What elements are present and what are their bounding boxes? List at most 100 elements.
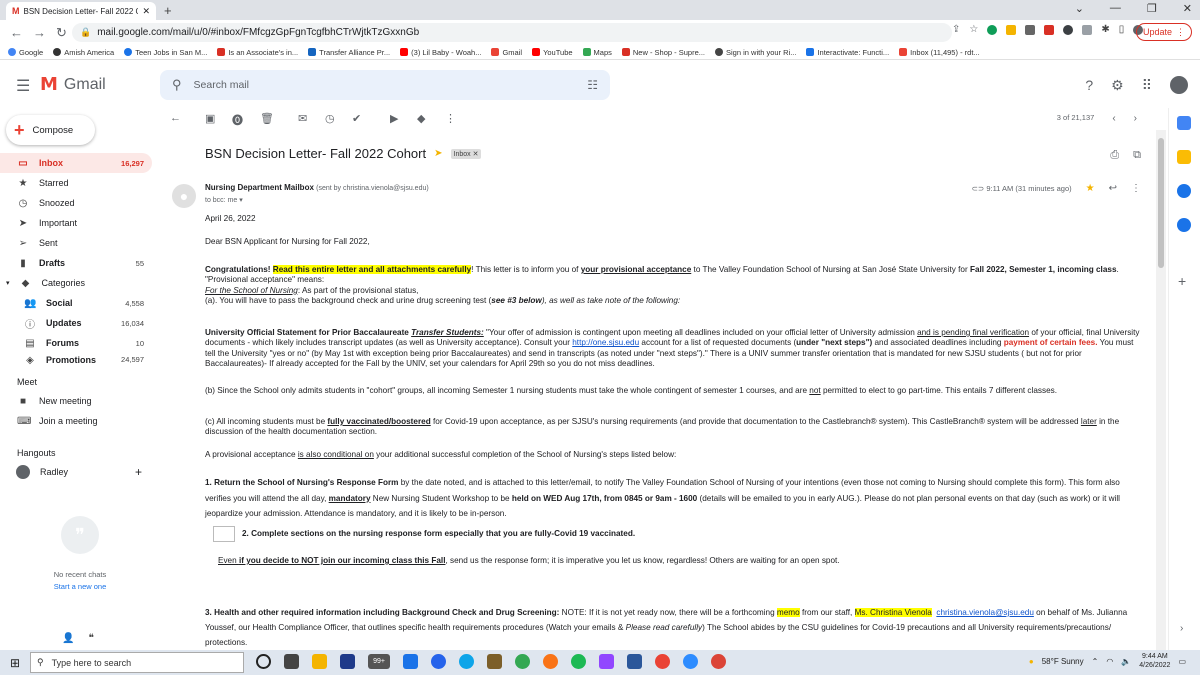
message-scrollbar[interactable] (1156, 130, 1166, 650)
back-to-inbox-icon[interactable]: ← (170, 112, 181, 124)
update-button[interactable]: Update ⋮ (1135, 23, 1192, 41)
bookmark-item[interactable]: Is an Associate's in... (217, 48, 298, 57)
extension-screen-icon[interactable] (1025, 24, 1036, 35)
extensions-puzzle-icon[interactable]: ✱ (1101, 24, 1109, 35)
chrome-profile-icon[interactable] (655, 654, 670, 669)
sidebar-item-categories[interactable]: ▾ ◆ Categories (0, 273, 152, 293)
search-input[interactable]: Search mail (194, 79, 576, 91)
sidebar-item-starred[interactable]: ★ Starred (0, 173, 152, 193)
contacts-panel-icon[interactable] (1177, 218, 1191, 232)
christina-email-link[interactable]: christina.vienola@sjsu.edu (936, 608, 1034, 617)
volume-icon[interactable]: 🔈 (1121, 657, 1131, 666)
edge-icon[interactable] (459, 654, 474, 669)
bookmark-item[interactable]: Gmail (491, 48, 522, 57)
bookmark-item[interactable]: (3) Lil Baby - Woah... (400, 48, 481, 57)
extension-tp-icon[interactable] (1044, 24, 1055, 35)
move-to-icon[interactable]: ▶ (390, 112, 398, 125)
twitch-icon[interactable] (599, 654, 614, 669)
keep-icon[interactable] (1177, 150, 1191, 164)
side-panel-icon[interactable]: ▯ (1119, 24, 1125, 35)
store-icon[interactable] (340, 654, 355, 669)
share-icon[interactable]: ⇪ (952, 24, 960, 35)
importance-marker-icon[interactable]: ➤ (434, 148, 442, 159)
start-new-chat-link[interactable]: Start a new one (0, 582, 160, 591)
calendar-icon[interactable] (1177, 116, 1191, 130)
search-options-icon[interactable]: ☷ (587, 78, 598, 92)
print-icon[interactable]: ⎙ (1110, 149, 1119, 162)
join-meeting-button[interactable]: ⌨ Join a meeting (0, 411, 152, 431)
snooze-icon[interactable]: ◷ (325, 112, 335, 125)
gmail-logo[interactable]: M Gmail (40, 74, 106, 95)
star-icon[interactable]: ★ (1086, 183, 1095, 194)
windows-start-icon[interactable]: ⊞ (10, 656, 20, 670)
close-window-icon[interactable]: ✕ (1183, 2, 1192, 15)
back-icon[interactable]: ← (10, 25, 23, 40)
bookmark-star-icon[interactable]: ☆ (969, 24, 978, 35)
one-sjsu-link[interactable]: http://one.sjsu.edu (572, 338, 639, 347)
labels-icon[interactable]: ◆ (417, 112, 425, 125)
directx-icon[interactable] (431, 654, 446, 669)
open-new-window-icon[interactable]: ⧉ (1133, 149, 1141, 162)
reply-icon[interactable]: ↩ (1109, 183, 1117, 194)
sender-name[interactable]: Nursing Department Mailbox (205, 183, 314, 192)
forward-icon[interactable]: → (33, 25, 46, 40)
sidebar-item-promotions[interactable]: ◈ Promotions 24,597 (0, 353, 152, 365)
chrome-icon[interactable] (515, 654, 530, 669)
apps-grid-icon[interactable]: ⠿ (1142, 77, 1152, 94)
sidebar-item-important[interactable]: ➤ Important (0, 213, 152, 233)
bookmark-item[interactable]: New - Shop - Supre... (621, 48, 705, 57)
compose-button[interactable]: + Compose (6, 115, 95, 145)
file-explorer-icon[interactable] (312, 654, 327, 669)
bookmark-item[interactable]: Teen Jobs in San M... (124, 48, 207, 57)
clock[interactable]: 9:44 AM 4/26/2022 (1139, 652, 1170, 670)
message-more-icon[interactable]: ⋮ (1131, 183, 1141, 194)
tab-search-icon[interactable]: ⌄ (1075, 2, 1084, 15)
bookmark-item[interactable]: Maps (582, 48, 612, 57)
inbox-label-chip[interactable]: Inbox ✕ (450, 148, 482, 159)
older-icon[interactable]: › (1134, 113, 1137, 124)
bookmark-item[interactable]: Amish America (53, 48, 114, 57)
bookmark-item[interactable]: Google (8, 48, 43, 57)
wifi-icon[interactable]: ◠ (1106, 657, 1113, 666)
taskbar-search[interactable]: ⚲ Type here to search (30, 652, 244, 673)
chrome-alt-icon[interactable] (711, 654, 726, 669)
response-checkbox[interactable] (213, 526, 235, 542)
new-tab-icon[interactable]: + (164, 3, 172, 18)
archive-icon[interactable]: ▣ (205, 112, 215, 125)
bookmark-item[interactable]: Sign in with your Ri... (715, 48, 796, 57)
search-bar[interactable]: ⚲ Search mail ☷ (160, 70, 610, 100)
account-avatar[interactable] (1170, 76, 1188, 94)
mail-app-icon[interactable]: 99+ (368, 654, 390, 669)
report-spam-icon[interactable]: ⓿ (232, 112, 243, 128)
add-chat-icon[interactable]: + (135, 465, 142, 479)
delete-icon[interactable]: 🗑 (260, 112, 274, 125)
sidebar-item-sent[interactable]: ➢ Sent (0, 233, 152, 253)
hangouts-user[interactable]: Radley + (0, 462, 152, 482)
settings-gear-icon[interactable]: ⚙ (1111, 77, 1124, 94)
recipient-line[interactable]: to bcc: me ▾ (205, 196, 243, 204)
cortana-icon[interactable] (256, 654, 271, 669)
minecraft-icon[interactable] (487, 654, 502, 669)
new-meeting-button[interactable]: ■ New meeting (0, 391, 152, 411)
extension-shield-icon[interactable] (1063, 24, 1074, 35)
zoom-icon[interactable] (683, 654, 698, 669)
add-to-tasks-icon[interactable]: ✔ (352, 112, 361, 125)
add-addon-icon[interactable]: + (1178, 273, 1186, 289)
newer-icon[interactable]: ‹ (1112, 113, 1115, 124)
address-bar[interactable]: 🔒 mail.google.com/mail/u/0/#inbox/FMfcgz… (72, 23, 952, 42)
task-view-icon[interactable] (284, 654, 299, 669)
photos-icon[interactable] (403, 654, 418, 669)
sidebar-item-social[interactable]: 👥 Social 4,558 (0, 293, 152, 313)
minimize-icon[interactable]: — (1110, 2, 1121, 15)
tray-overflow-icon[interactable]: ⌃ (1092, 657, 1099, 666)
word-icon[interactable] (627, 654, 642, 669)
bookmark-item[interactable]: Interactivate: Functi... (806, 48, 889, 57)
browser-tab[interactable]: M BSN Decision Letter- Fall 2022 C ✕ (6, 2, 156, 20)
spotify-icon[interactable] (571, 654, 586, 669)
firefox-icon[interactable] (543, 654, 558, 669)
expand-panel-icon[interactable]: › (1180, 623, 1183, 634)
hangouts-quote-icon[interactable]: ❝ (88, 633, 93, 644)
restore-icon[interactable]: ❐ (1147, 2, 1157, 15)
extension-grammarly-icon[interactable] (987, 24, 998, 35)
weather-text[interactable]: 58°F Sunny (1042, 657, 1084, 666)
